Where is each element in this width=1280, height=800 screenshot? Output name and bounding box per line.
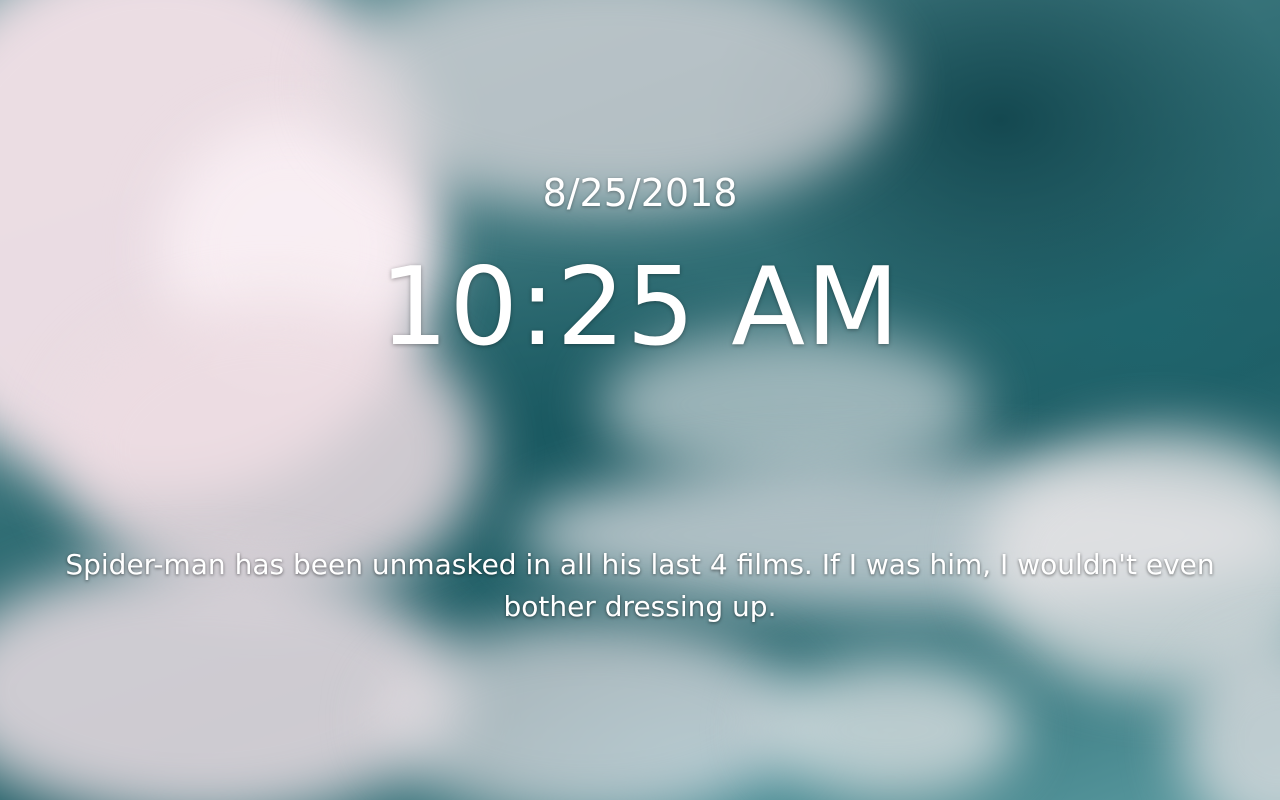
quote-text: Spider-man has been unmasked in all his … [65,548,1215,623]
date-display: 8/25/2018 [542,171,738,215]
time-display: 10:25 AM [379,245,901,370]
new-tab-screen: 8/25/2018 10:25 AM Spider-man has been u… [0,0,1280,800]
content-overlay: 8/25/2018 10:25 AM Spider-man has been u… [0,0,1280,800]
